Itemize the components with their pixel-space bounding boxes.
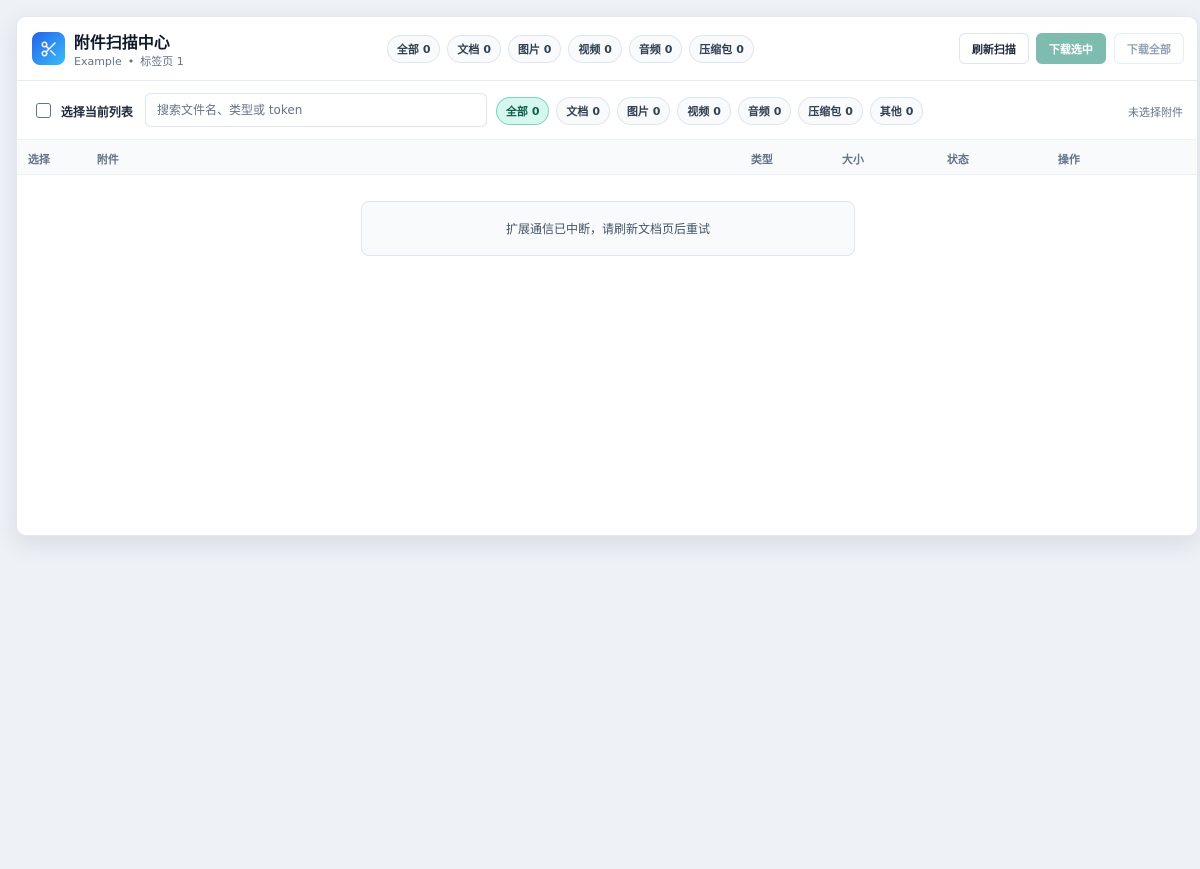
column-header-size: 大小: [842, 153, 864, 166]
selection-status: 未选择附件: [1128, 106, 1183, 119]
filter-chip-archives[interactable]: 压缩包 0: [798, 97, 863, 125]
column-header-attachment: 附件: [97, 153, 119, 166]
select-all-checkbox[interactable]: [36, 103, 51, 118]
filter-chip-audio[interactable]: 音频 0: [737, 97, 792, 125]
table-header: 选择 附件 类型 大小 状态 操作: [17, 139, 1197, 175]
filter-chip-all[interactable]: 全部 0: [496, 97, 550, 125]
filter-chip-other[interactable]: 其他 0: [869, 97, 924, 125]
attachment-scanner-panel: 附件扫描中心 Example • 标签页 1 全部 0 文档 0 图片 0 视频 0…: [16, 16, 1198, 536]
column-header-select: 选择: [28, 153, 50, 166]
subtitle-separator: •: [127, 55, 135, 68]
header-chip-images[interactable]: 图片 0: [507, 35, 562, 63]
subtitle-site: Example: [74, 55, 122, 68]
header-chip-documents[interactable]: 文档 0: [447, 35, 501, 63]
header-category-chips: 全部 0 文档 0 图片 0 视频 0 音频 0 压缩包 0: [387, 35, 754, 63]
select-all-label[interactable]: 选择当前列表: [61, 103, 133, 120]
app-subtitle: Example • 标签页 1: [74, 53, 184, 69]
filter-chip-videos[interactable]: 视频 0: [677, 97, 731, 125]
refresh-scan-button[interactable]: 刷新扫描: [959, 33, 1029, 64]
column-header-actions: 操作: [1058, 153, 1080, 166]
header-chip-all[interactable]: 全部 0: [387, 35, 441, 63]
subtitle-tab: 标签页 1: [140, 55, 184, 68]
header: 附件扫描中心 Example • 标签页 1 全部 0 文档 0 图片 0 视频 0…: [17, 17, 1197, 81]
empty-state-message: 扩展通信已中断，请刷新文档页后重试: [361, 201, 855, 256]
download-all-button[interactable]: 下载全部: [1114, 33, 1184, 64]
app-title: 附件扫描中心: [74, 33, 171, 52]
header-chip-videos[interactable]: 视频 0: [568, 35, 622, 63]
search-input[interactable]: [145, 93, 487, 127]
download-selected-button[interactable]: 下载选中: [1036, 33, 1106, 64]
filter-chip-documents[interactable]: 文档 0: [556, 97, 610, 125]
header-chip-audio[interactable]: 音频 0: [628, 35, 683, 63]
column-header-type: 类型: [751, 153, 773, 166]
column-header-status: 状态: [947, 153, 969, 166]
filter-chips: 全部 0 文档 0 图片 0 视频 0 音频 0 压缩包 0 其他 0: [496, 97, 924, 125]
header-chip-archives[interactable]: 压缩包 0: [689, 35, 754, 63]
toolbar: 选择当前列表 全部 0 文档 0 图片 0 视频 0 音频 0 压缩包 0 其他…: [17, 81, 1197, 139]
scissors-icon: [32, 32, 65, 65]
filter-chip-images[interactable]: 图片 0: [616, 97, 671, 125]
